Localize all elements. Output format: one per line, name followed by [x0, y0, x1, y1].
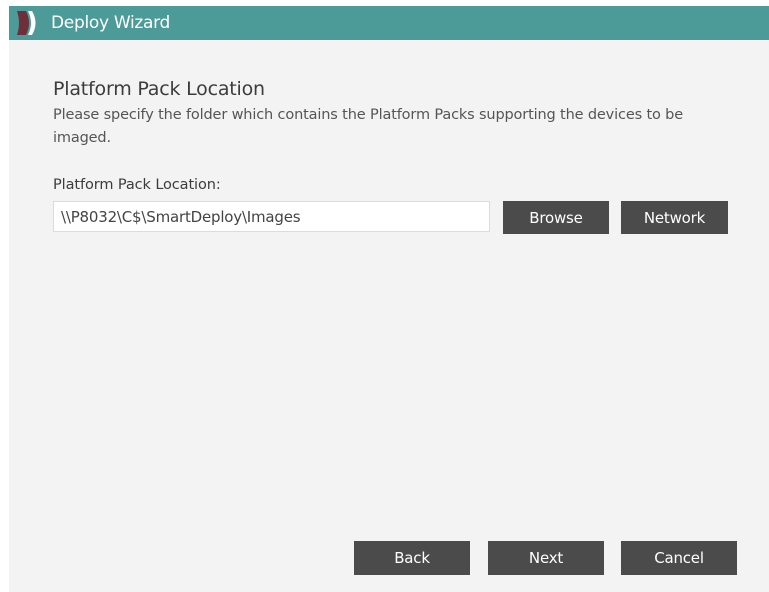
platform-pack-location-label: Platform Pack Location: [53, 177, 221, 193]
title-bar: Deploy Wizard [9, 6, 769, 40]
page-description: Please specify the folder which contains… [53, 107, 683, 146]
browse-button[interactable]: Browse [503, 201, 609, 234]
deploy-wizard-window: Deploy Wizard Platform Pack Location Ple… [9, 6, 769, 592]
page-title: Platform Pack Location [53, 78, 265, 100]
network-button[interactable]: Network [621, 201, 728, 234]
cancel-button[interactable]: Cancel [621, 541, 737, 575]
platform-pack-location-input[interactable] [53, 201, 490, 232]
window-title: Deploy Wizard [51, 13, 171, 33]
back-button[interactable]: Back [354, 541, 470, 575]
app-logo-icon [17, 11, 36, 35]
next-button[interactable]: Next [488, 541, 604, 575]
